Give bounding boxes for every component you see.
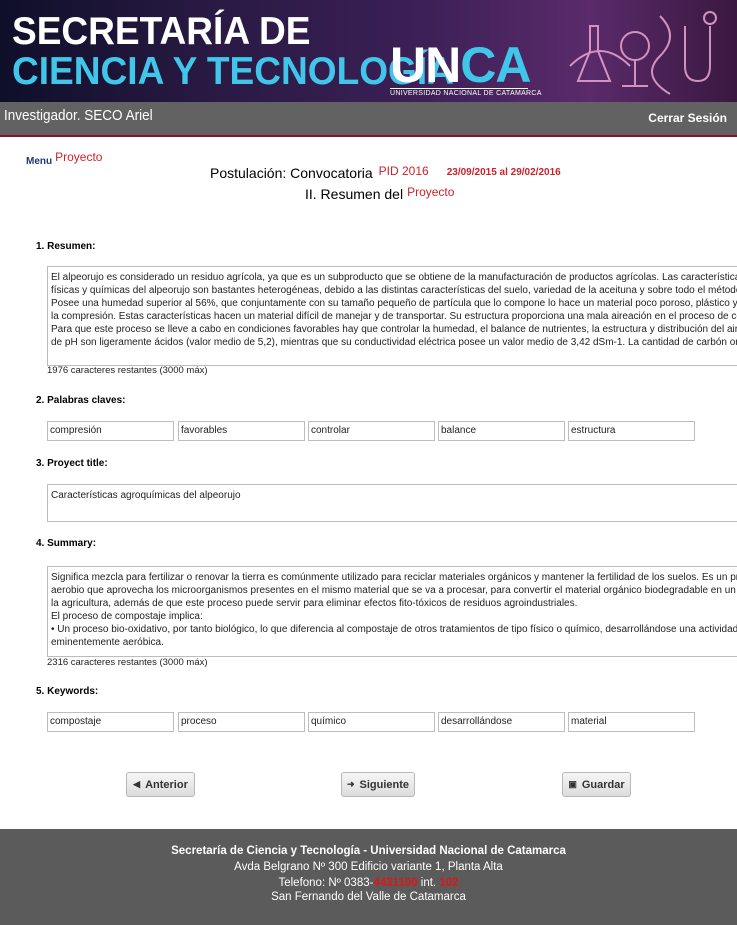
keyword-field-3[interactable]: químico bbox=[308, 712, 435, 732]
footer: Secretaría de Ciencia y Tecnología - Uni… bbox=[0, 829, 737, 925]
siguiente-button[interactable]: ➜ Siguiente bbox=[341, 772, 415, 797]
keyword-field-1[interactable]: compostaje bbox=[47, 712, 174, 732]
palabras-label: 2. Palabras claves: bbox=[36, 395, 126, 406]
footer-phone: Telefono: Nº 0383-4431100 int. 102 bbox=[278, 877, 459, 889]
project-title-label: 3. Proyect title: bbox=[36, 458, 108, 469]
resumen-textarea[interactable]: El alpeorujo es considerado un residuo a… bbox=[47, 266, 737, 366]
page-title: Postulación: Convocatoria PID 2016 23/09/2… bbox=[210, 164, 561, 181]
keywords-label: 5. Keywords: bbox=[36, 686, 99, 697]
palabra-field-5[interactable]: estructura bbox=[568, 421, 695, 441]
palabra-field-2[interactable]: favorables bbox=[178, 421, 305, 441]
keyword-field-5[interactable]: material bbox=[568, 712, 695, 732]
project-title-textarea[interactable]: Características agroquímicas del alpeoru… bbox=[47, 484, 737, 522]
palabra-field-1[interactable]: compresión bbox=[47, 421, 174, 441]
user-bar: Investigador. SECO Ariel Cerrar Sesión bbox=[0, 102, 737, 137]
footer-address: Avda Belgrano Nº 300 Edificio variante 1… bbox=[234, 861, 503, 873]
call-code: PID 2016 bbox=[378, 164, 429, 178]
anterior-button[interactable]: ◀ Anterior bbox=[126, 772, 195, 797]
summary-counter: 2316 caracteres restantes (3000 máx) bbox=[47, 657, 208, 668]
palabra-field-4[interactable]: balance bbox=[438, 421, 565, 441]
summary-textarea[interactable]: Significa mezcla para fertilizar o renov… bbox=[47, 566, 737, 657]
science-illustration bbox=[569, 11, 717, 95]
logout-link[interactable]: Cerrar Sesión bbox=[648, 111, 727, 125]
summary-label: 4. Summary: bbox=[36, 538, 97, 549]
breadcrumb: Menu Proyecto bbox=[26, 150, 102, 167]
keyword-field-2[interactable]: proceso bbox=[178, 712, 305, 732]
footer-city: San Fernando del Valle de Catamarca bbox=[271, 891, 466, 903]
unca-logo: UNCA UNIVERSIDAD NACIONAL DE CATAMARCA bbox=[390, 37, 542, 97]
menu-link[interactable]: Menu bbox=[26, 156, 52, 167]
header-banner: SECRETARÍA DE CIENCIA Y TECNOLOGÍA UNCA … bbox=[0, 0, 737, 102]
page-subtitle: II. Resumen del Proyecto bbox=[305, 185, 455, 202]
keyword-field-4[interactable]: desarrollándose bbox=[438, 712, 565, 732]
logo-subtitle: UNIVERSIDAD NACIONAL DE CATAMARCA bbox=[390, 90, 542, 97]
proyecto-link[interactable]: Proyecto bbox=[55, 150, 102, 164]
user-name: Investigador. SECO Ariel bbox=[4, 107, 153, 124]
arrow-right-icon: ➜ bbox=[346, 779, 355, 789]
resumen-counter: 1976 caracteres restantes (3000 máx) bbox=[47, 365, 208, 376]
palabra-field-3[interactable]: controlar bbox=[308, 421, 435, 441]
header-title-line1: SECRETARÍA DE bbox=[12, 10, 311, 53]
footer-institution: Secretaría de Ciencia y Tecnología - Uni… bbox=[171, 845, 566, 857]
arrow-left-icon: ◀ bbox=[133, 779, 141, 789]
save-icon: ▣ bbox=[568, 779, 577, 789]
resumen-label: 1. Resumen: bbox=[36, 241, 96, 252]
header-title-line2: CIENCIA Y TECNOLOGÍA bbox=[12, 50, 454, 93]
call-dates: 23/09/2015 al 29/02/2016 bbox=[446, 167, 561, 178]
guardar-button[interactable]: ▣ Guardar bbox=[562, 772, 631, 797]
